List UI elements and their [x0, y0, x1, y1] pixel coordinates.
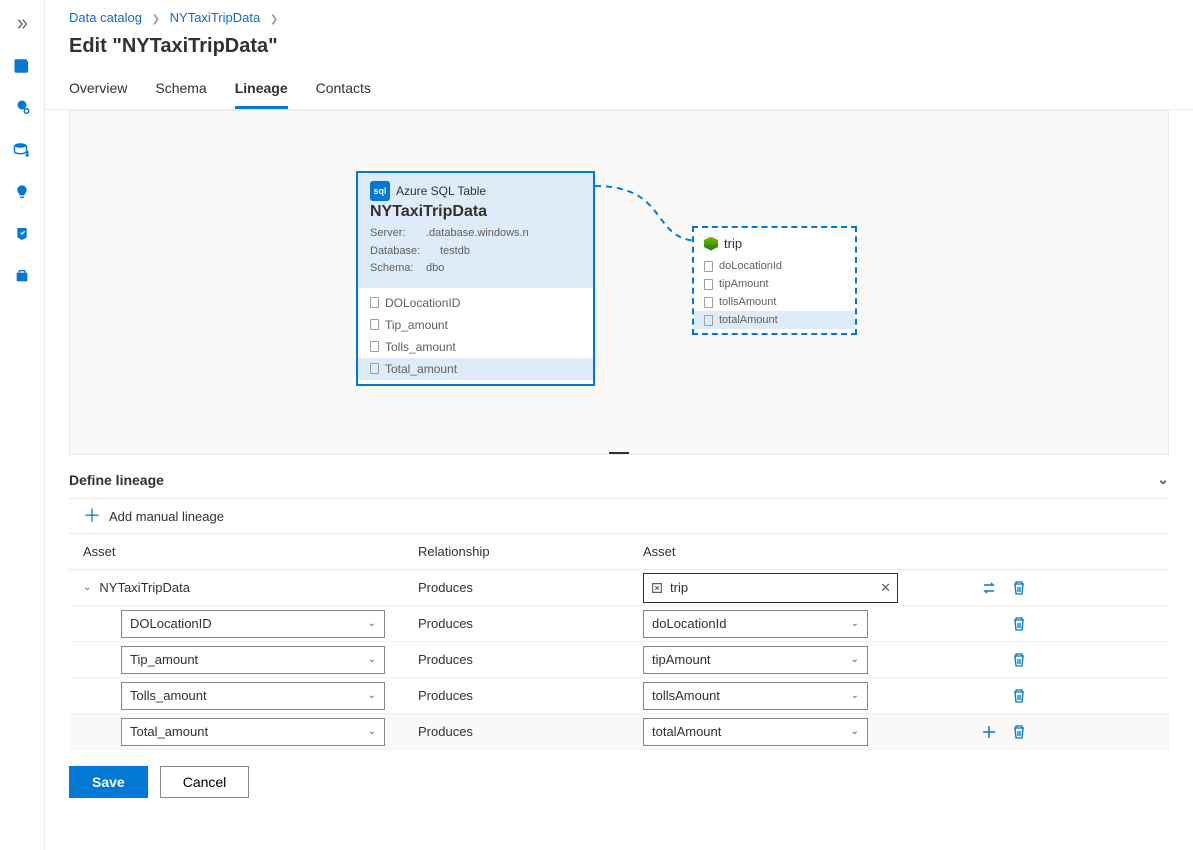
- chevron-down-icon[interactable]: ⌄: [1157, 471, 1169, 488]
- target-select[interactable]: doLocationId⌄: [643, 610, 868, 638]
- nav-catalog-icon[interactable]: [10, 54, 34, 78]
- swap-icon[interactable]: [981, 580, 997, 596]
- tabs: Overview Schema Lineage Contacts: [45, 80, 1193, 110]
- tab-overview[interactable]: Overview: [69, 80, 127, 109]
- column-item[interactable]: DOLocationID: [358, 292, 593, 314]
- chevron-down-icon: ⌄: [368, 654, 376, 665]
- asset-select[interactable]: Total_amount⌄: [121, 718, 385, 746]
- breadcrumb-root[interactable]: Data catalog: [69, 10, 142, 25]
- chevron-down-icon: ⌄: [368, 618, 376, 629]
- target-select[interactable]: tipAmount⌄: [643, 646, 868, 674]
- node-title: NYTaxiTripData: [370, 203, 581, 221]
- chevron-down-icon: ⌄: [851, 618, 859, 629]
- tab-schema[interactable]: Schema: [155, 80, 206, 109]
- chevron-down-icon: ⌄: [368, 726, 376, 737]
- chevron-right-icon: ❯: [146, 14, 166, 25]
- column-item[interactable]: doLocationId: [694, 257, 855, 275]
- delete-icon[interactable]: [1011, 724, 1027, 740]
- target-node[interactable]: trip doLocationId tipAmount tollsAmount …: [692, 226, 857, 335]
- column-item[interactable]: tipAmount: [694, 275, 855, 293]
- delete-icon[interactable]: [1011, 616, 1027, 632]
- asset-select[interactable]: Tip_amount⌄: [121, 646, 385, 674]
- chevron-down-icon[interactable]: ⌄: [83, 582, 91, 593]
- column-item[interactable]: tollsAmount: [694, 293, 855, 311]
- tab-contacts[interactable]: Contacts: [316, 80, 371, 109]
- nav-manage-icon[interactable]: [10, 138, 34, 162]
- add-icon[interactable]: [981, 724, 997, 740]
- connector-line: [70, 111, 1168, 454]
- column-item[interactable]: Total_amount: [358, 358, 593, 380]
- lineage-canvas[interactable]: sqlAzure SQL Table NYTaxiTripData Server…: [69, 110, 1169, 455]
- dataset-icon: [704, 237, 718, 251]
- asset-select[interactable]: DOLocationID⌄: [121, 610, 385, 638]
- delete-icon[interactable]: [1011, 652, 1027, 668]
- expand-nav-icon[interactable]: [10, 12, 34, 36]
- chevron-down-icon: ⌄: [851, 654, 859, 665]
- add-manual-lineage-button[interactable]: ＋ Add manual lineage: [69, 499, 1169, 534]
- breadcrumb: Data catalog ❯ NYTaxiTripData ❯: [45, 0, 1193, 31]
- page-title: Edit "NYTaxiTripData": [45, 31, 1193, 80]
- left-nav-rail: [0, 0, 45, 850]
- asset-search-input[interactable]: trip ✕: [643, 573, 898, 603]
- nav-policy-icon[interactable]: [10, 222, 34, 246]
- column-item[interactable]: totalAmount: [694, 311, 855, 329]
- col-header-asset: Asset: [643, 544, 963, 559]
- clear-icon[interactable]: ✕: [880, 580, 891, 596]
- delete-icon[interactable]: [1011, 688, 1027, 704]
- chevron-down-icon: ⌄: [851, 726, 859, 737]
- nav-workspace-icon[interactable]: [10, 264, 34, 288]
- resize-handle[interactable]: [609, 452, 629, 455]
- cancel-button[interactable]: Cancel: [160, 766, 250, 798]
- search-icon: [650, 581, 664, 595]
- column-item[interactable]: Tip_amount: [358, 314, 593, 336]
- delete-icon[interactable]: [1011, 580, 1027, 596]
- column-item[interactable]: Tolls_amount: [358, 336, 593, 358]
- sql-icon: sql: [370, 181, 390, 201]
- nav-sources-icon[interactable]: [10, 96, 34, 120]
- target-select[interactable]: tollsAmount⌄: [643, 682, 868, 710]
- source-node[interactable]: sqlAzure SQL Table NYTaxiTripData Server…: [356, 171, 595, 386]
- col-header-relationship: Relationship: [418, 544, 643, 559]
- plus-icon: ＋: [83, 507, 101, 525]
- col-header-asset: Asset: [83, 544, 418, 559]
- chevron-right-icon: ❯: [264, 14, 284, 25]
- tab-lineage[interactable]: Lineage: [235, 80, 288, 109]
- target-select[interactable]: totalAmount⌄: [643, 718, 868, 746]
- nav-insights-icon[interactable]: [10, 180, 34, 204]
- chevron-down-icon: ⌄: [851, 690, 859, 701]
- chevron-down-icon: ⌄: [368, 690, 376, 701]
- panel-title: Define lineage: [69, 472, 164, 488]
- breadcrumb-item[interactable]: NYTaxiTripData: [170, 10, 261, 25]
- asset-select[interactable]: Tolls_amount⌄: [121, 682, 385, 710]
- node-type-label: Azure SQL Table: [396, 184, 486, 198]
- save-button[interactable]: Save: [69, 766, 148, 798]
